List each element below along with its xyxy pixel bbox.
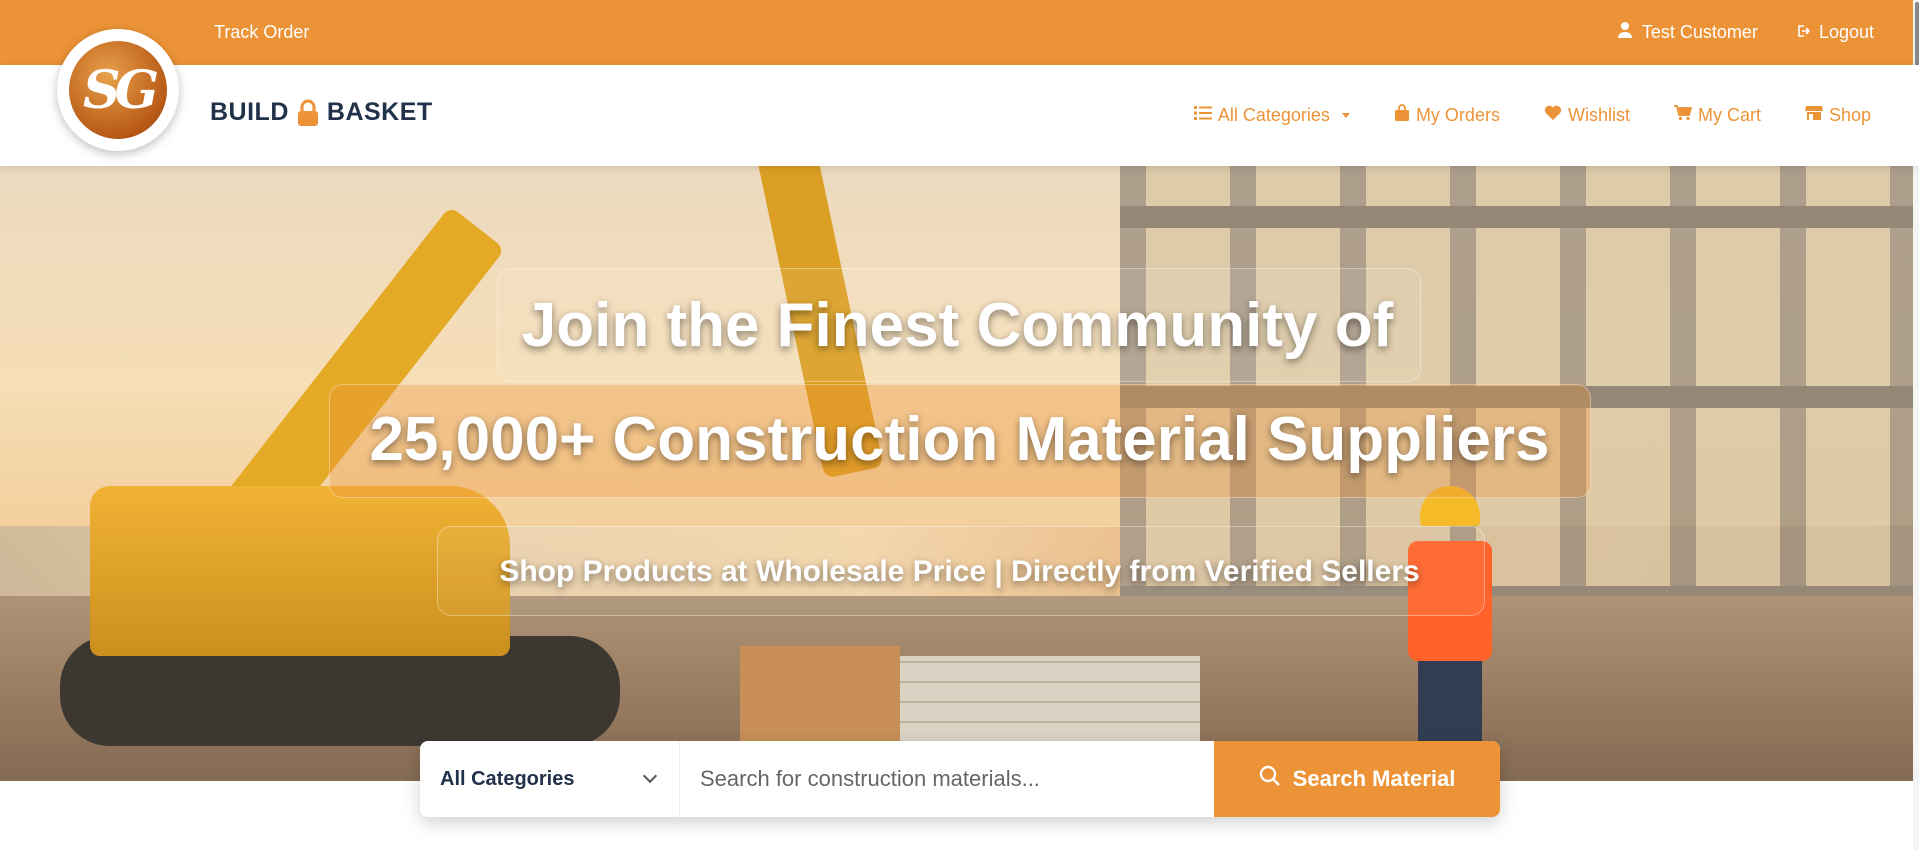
- top-bar: Track Order Test Customer Logout: [0, 0, 1919, 65]
- brand-name-left: BUILD: [210, 98, 289, 126]
- chevron-down-icon: [642, 768, 658, 784]
- store-icon: [1804, 105, 1823, 126]
- nav-my-orders-label: My Orders: [1415, 105, 1500, 125]
- search-button-label: Search Material: [1292, 766, 1456, 791]
- nav-my-cart-label: My Cart: [1697, 105, 1761, 125]
- top-bar-user-menu: Test Customer Logout: [1617, 21, 1874, 44]
- track-order-link[interactable]: Track Order: [214, 22, 309, 43]
- user-account-link[interactable]: Test Customer: [1617, 21, 1758, 44]
- hero-subheadline: Shop Products at Wholesale Price | Direc…: [499, 555, 1420, 588]
- hero-headline-2: 25,000+ Construction Material Suppliers: [369, 405, 1550, 474]
- brand-name-right: BASKET: [326, 98, 433, 126]
- nav-shop-label: Shop: [1828, 105, 1871, 125]
- logo-mark: SG: [69, 41, 167, 139]
- hero-headline-1: Join the Finest Community of: [521, 291, 1394, 360]
- main-navbar: BUILD BASKET All Categories My Orders Wi…: [0, 65, 1919, 166]
- search-category-value: All Categories: [440, 767, 575, 790]
- nav-all-categories[interactable]: All Categories: [1193, 105, 1350, 126]
- logout-icon: [1796, 22, 1811, 43]
- user-name: Test Customer: [1641, 22, 1758, 42]
- search-category-select[interactable]: All Categories: [420, 741, 680, 817]
- nav-shop[interactable]: Shop: [1804, 105, 1871, 126]
- nav-links: All Categories My Orders Wishlist My Car…: [1193, 104, 1871, 127]
- chevron-down-icon: [1341, 113, 1350, 118]
- user-icon: [1617, 21, 1633, 44]
- cart-icon: [1673, 105, 1693, 126]
- logout-link[interactable]: Logout: [1796, 22, 1874, 43]
- nav-wishlist-label: Wishlist: [1567, 105, 1630, 125]
- search-button[interactable]: Search Material: [1214, 741, 1500, 817]
- logo[interactable]: SG: [57, 29, 179, 151]
- nav-my-orders[interactable]: My Orders: [1394, 104, 1500, 127]
- lock-icon: [295, 99, 321, 127]
- search-bar: All Categories Search Material: [420, 741, 1500, 817]
- search-input[interactable]: [680, 741, 1214, 817]
- logout-label: Logout: [1818, 22, 1874, 42]
- nav-wishlist[interactable]: Wishlist: [1544, 105, 1630, 126]
- nav-all-categories-label: All Categories: [1217, 105, 1330, 125]
- heart-icon: [1544, 105, 1562, 126]
- list-icon: [1193, 105, 1212, 126]
- search-icon: [1259, 765, 1281, 793]
- hero-banner: Join the Finest Community of 25,000+ Con…: [0, 166, 1919, 781]
- nav-my-cart[interactable]: My Cart: [1673, 105, 1761, 126]
- shopping-bag-icon: [1394, 104, 1410, 127]
- brand-name[interactable]: BUILD BASKET: [210, 98, 433, 127]
